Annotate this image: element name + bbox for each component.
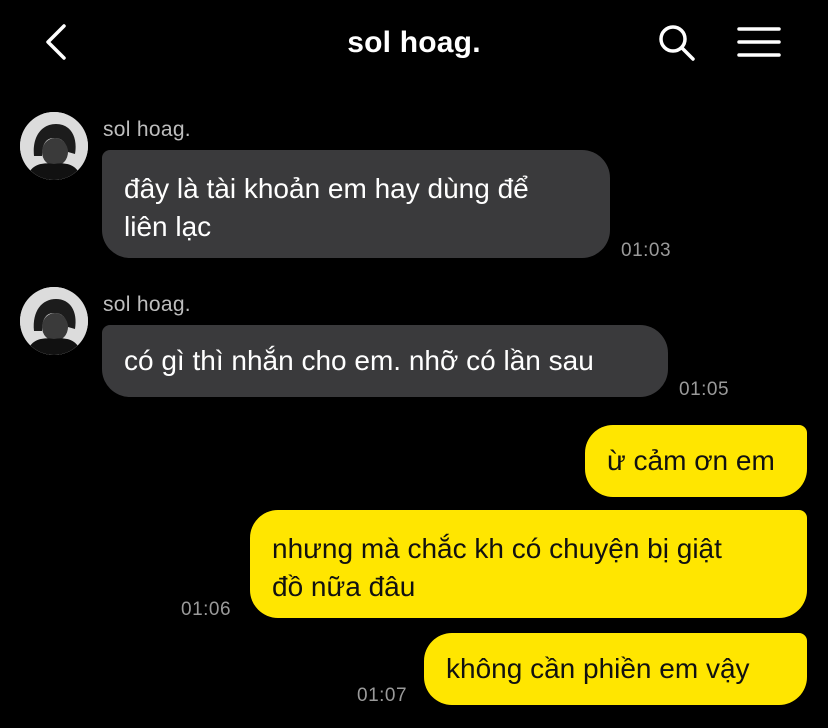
chat-title: sol hoag. [347, 26, 481, 59]
sender-avatar[interactable] [20, 287, 88, 355]
search-button[interactable] [656, 22, 698, 64]
chat-header: sol hoag. [0, 0, 828, 88]
sender-avatar[interactable] [20, 112, 88, 180]
sender-name: sol hoag. [103, 118, 191, 141]
menu-button[interactable] [736, 22, 782, 62]
message-bubble[interactable]: có gì thì nhắn cho em. nhỡ có lần sau [102, 325, 668, 397]
message-bubble[interactable]: không cần phiền em vậy [424, 633, 807, 705]
message-timestamp: 01:07 [357, 685, 408, 706]
search-icon [659, 25, 695, 61]
message-timestamp: 01:03 [621, 240, 672, 261]
message-timestamp: 01:05 [679, 379, 730, 400]
message-bubble[interactable]: đây là tài khoản em hay dùng để liên lạc [102, 150, 610, 258]
message-bubble[interactable]: ừ cảm ơn em [585, 425, 807, 497]
message-timestamp: 01:06 [181, 599, 232, 620]
sender-name: sol hoag. [103, 293, 191, 316]
hamburger-menu-icon [737, 27, 781, 57]
avatar-icon [20, 287, 88, 355]
message-bubble[interactable]: nhưng mà chắc kh có chuyện bị giật đồ nữ… [250, 510, 807, 618]
avatar-icon [20, 112, 88, 180]
